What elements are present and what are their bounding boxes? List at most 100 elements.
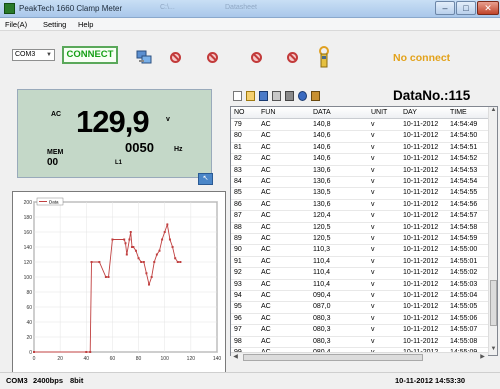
scroll-thumb[interactable]	[490, 280, 497, 326]
cell-fun: AC	[261, 337, 271, 345]
cell-no: 85	[234, 189, 242, 197]
table-row[interactable]: 92 AC 110,4 v 10-11-2012 14:55:02	[231, 268, 489, 280]
table-row[interactable]: 82 AC 140,6 v 10-11-2012 14:54:52	[231, 154, 489, 166]
cell-unit: v	[371, 314, 375, 322]
x-tick-label: 20	[57, 356, 63, 362]
help-icon[interactable]	[298, 91, 307, 101]
minimize-button[interactable]: –	[435, 1, 455, 15]
table-row[interactable]: 89 AC 120,5 v 10-11-2012 14:54:59	[231, 234, 489, 246]
scroll-up-icon[interactable]: ▲	[489, 107, 498, 116]
horizontal-scrollbar[interactable]: ◀ ▶	[231, 352, 488, 361]
data-point	[155, 253, 158, 256]
table-row[interactable]: 87 AC 120,4 v 10-11-2012 14:54:57	[231, 211, 489, 223]
cell-day: 10-11-2012	[403, 314, 439, 322]
table-row[interactable]: 98 AC 080,3 v 10-11-2012 14:55:08	[231, 337, 489, 348]
cell-no: 96	[234, 314, 242, 322]
table-row[interactable]: 90 AC 110,3 v 10-11-2012 14:55:00	[231, 245, 489, 257]
table-row[interactable]: 79 AC 140,8 v 10-11-2012 14:54:49	[231, 120, 489, 132]
y-tick-label: 200	[24, 200, 33, 206]
hscroll-thumb[interactable]	[243, 354, 423, 361]
cell-no: 82	[234, 155, 242, 163]
connection-status: No connect	[393, 52, 451, 64]
data-count: DataNo.:115	[393, 88, 471, 103]
cell-no: 83	[234, 166, 242, 174]
status-datetime: 10-11-2012 14:53:30	[395, 376, 466, 385]
cell-unit: v	[371, 292, 375, 299]
table-row[interactable]: 81 AC 140,6 v 10-11-2012 14:54:51	[231, 143, 489, 155]
table-row[interactable]: 95 AC 087,0 v 10-11-2012 14:55:05	[231, 302, 489, 314]
col-time[interactable]: TIME	[450, 109, 467, 116]
scroll-right-icon[interactable]: ▶	[478, 353, 487, 362]
cell-day: 10-11-2012	[403, 257, 439, 265]
cell-no: 80	[234, 132, 242, 140]
data-point	[148, 283, 151, 286]
cell-fun: AC	[261, 200, 271, 208]
clear-icon[interactable]	[311, 91, 320, 101]
table-row[interactable]: 97 AC 080,3 v 10-11-2012 14:55:07	[231, 325, 489, 337]
col-unit[interactable]: UNIT	[371, 109, 387, 116]
cell-data: 080,3	[313, 326, 331, 334]
cell-fun: AC	[261, 246, 271, 254]
scroll-left-icon[interactable]: ◀	[231, 353, 240, 362]
port-select[interactable]: COM3 ▼	[12, 49, 55, 61]
disabled-icon[interactable]	[251, 52, 262, 63]
cell-no: 91	[234, 257, 242, 265]
open-icon[interactable]	[246, 91, 255, 101]
table-row[interactable]: 80 AC 140,6 v 10-11-2012 14:54:50	[231, 131, 489, 143]
scroll-down-icon[interactable]: ▼	[489, 346, 498, 355]
disabled-icon[interactable]	[207, 52, 218, 63]
table-row[interactable]: 88 AC 120,5 v 10-11-2012 14:54:58	[231, 223, 489, 234]
computer-network-icon[interactable]	[136, 49, 152, 65]
y-tick-label: 60	[26, 305, 32, 311]
clamp-meter-icon[interactable]	[318, 46, 330, 68]
new-icon[interactable]	[233, 91, 242, 101]
col-day[interactable]: DAY	[403, 109, 417, 116]
vertical-scrollbar[interactable]: ▲ ▼	[488, 107, 497, 355]
cell-unit: v	[371, 155, 375, 163]
table-row[interactable]: 94 AC 090,4 v 10-11-2012 14:55:04	[231, 291, 489, 303]
table-row[interactable]: 85 AC 130,5 v 10-11-2012 14:54:55	[231, 188, 489, 200]
disabled-icon[interactable]	[287, 52, 298, 63]
table-row[interactable]: 84 AC 130,6 v 10-11-2012 14:54:54	[231, 177, 489, 189]
cell-data: 140,8	[313, 121, 331, 128]
cell-time: 14:54:49	[450, 121, 478, 128]
menu-file[interactable]: File(A)	[5, 20, 27, 29]
disabled-icon[interactable]	[170, 52, 181, 63]
line-chart: 0204060801001201401601802000 20 40 60 80 100 1…	[24, 197, 221, 362]
cell-unit: v	[371, 257, 375, 265]
save-icon[interactable]	[259, 91, 268, 101]
cell-data: 110,3	[313, 246, 330, 254]
col-no[interactable]: NO	[234, 109, 245, 116]
cell-unit: v	[371, 212, 375, 220]
cell-day: 10-11-2012	[403, 337, 439, 345]
data-point	[129, 231, 132, 233]
display-toggle-button[interactable]: ↖	[198, 173, 213, 185]
table-row[interactable]: 96 AC 080,3 v 10-11-2012 14:55:06	[231, 314, 489, 326]
table-row[interactable]: 83 AC 130,6 v 10-11-2012 14:54:53	[231, 166, 489, 177]
col-fun[interactable]: FUN	[261, 109, 275, 116]
connect-button[interactable]: CONNECT	[62, 46, 118, 64]
x-tick-label: 120	[187, 356, 196, 362]
table-row[interactable]: 93 AC 110,4 v 10-11-2012 14:55:03	[231, 280, 489, 291]
data-point	[171, 246, 174, 248]
menu-setting[interactable]: Setting	[43, 20, 66, 29]
close-button[interactable]: ✕	[477, 1, 499, 15]
cell-time: 14:54:52	[450, 155, 478, 163]
cell-time: 14:55:05	[450, 303, 478, 311]
data-point	[104, 276, 107, 278]
data-point	[179, 261, 182, 263]
cell-data: 140,6	[313, 155, 331, 163]
menu-help[interactable]: Help	[78, 20, 93, 29]
settings-icon[interactable]	[285, 91, 294, 101]
table-row[interactable]: 86 AC 130,6 v 10-11-2012 14:54:56	[231, 200, 489, 212]
table-row[interactable]: 91 AC 110,4 v 10-11-2012 14:55:01	[231, 257, 489, 269]
data-point	[33, 351, 35, 353]
maximize-button[interactable]: □	[456, 1, 476, 15]
window-title: PeakTech 1660 Clamp Meter	[19, 4, 123, 13]
cell-day: 10-11-2012	[403, 166, 439, 174]
col-data[interactable]: DATA	[313, 109, 331, 116]
cell-time: 14:54:56	[450, 200, 478, 208]
cell-time: 14:54:55	[450, 189, 478, 197]
print-icon[interactable]	[272, 91, 281, 101]
cell-fun: AC	[261, 178, 271, 185]
